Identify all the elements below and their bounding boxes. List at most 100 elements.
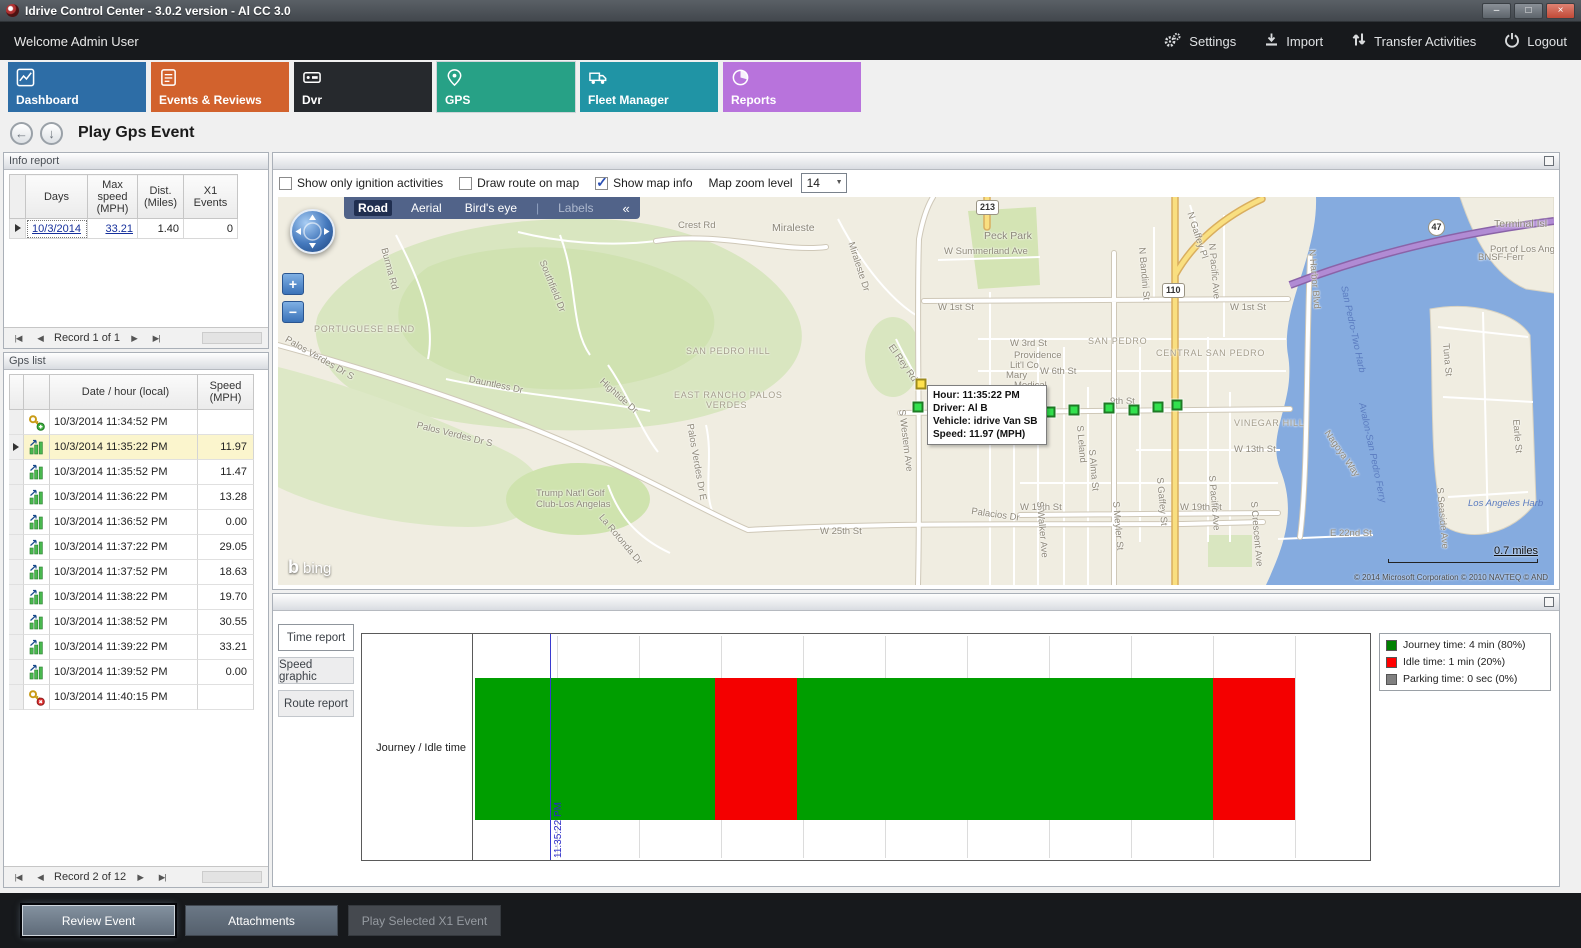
collapse-toolbar-icon[interactable]: «	[623, 201, 630, 216]
next-record-button[interactable]: ▶	[132, 870, 148, 885]
map-label: VINEGAR HILL	[1234, 419, 1304, 428]
gps-list-table: Date / hour (local) Speed (MPH) 10/3/201…	[9, 374, 255, 710]
gps-list-row[interactable]: 10/3/2014 11:36:52 PM0.00	[9, 510, 255, 535]
map-label: E 22nd St	[1330, 529, 1372, 539]
bing-map[interactable]: MiralesteMiraleste DrPeck ParkW Summerla…	[278, 197, 1554, 585]
gps-list-row[interactable]: 10/3/2014 11:37:22 PM29.05	[9, 535, 255, 560]
map-label: Palos Verdes Dr E	[685, 423, 708, 501]
import-button[interactable]: Import	[1264, 32, 1323, 50]
close-button[interactable]: ×	[1546, 3, 1575, 19]
route-marker-yellow[interactable]	[916, 379, 927, 390]
gps-list-row[interactable]: 10/3/2014 11:36:22 PM13.28	[9, 485, 255, 510]
max-speed-link[interactable]: 33.21	[105, 223, 133, 235]
map-label: N Pacific Ave	[1207, 243, 1221, 299]
zoom-out-button[interactable]: −	[282, 301, 304, 323]
gps-list-row[interactable]: 10/3/2014 11:35:52 PM11.47	[9, 460, 255, 485]
map-view-labels[interactable]: Labels	[554, 200, 597, 216]
next-record-button[interactable]: ▶	[126, 331, 142, 346]
road-shield: 110	[1162, 283, 1185, 298]
tab-events-reviews[interactable]: Events & Reviews	[151, 62, 289, 112]
route-marker-green[interactable]	[1153, 402, 1164, 413]
tab-fleet-manager[interactable]: Fleet Manager	[580, 62, 718, 112]
map-view-aerial[interactable]: Aerial	[407, 200, 446, 216]
zoom-level-select[interactable]: 14	[801, 173, 847, 193]
map-copyright: © 2014 Microsoft Corporation © 2010 NAVT…	[1354, 573, 1548, 582]
h-scrollbar[interactable]	[202, 332, 262, 344]
minimize-button[interactable]: –	[1482, 3, 1511, 19]
gps-row-time: 10/3/2014 11:37:52 PM	[50, 560, 198, 585]
prev-record-button[interactable]: ◀	[32, 331, 48, 346]
day-link[interactable]: 10/3/2014	[32, 223, 81, 235]
tab-time-report[interactable]: Time report	[278, 624, 354, 651]
gps-list-row[interactable]: 10/3/2014 11:38:22 PM19.70	[9, 585, 255, 610]
track-icon	[24, 535, 50, 560]
gps-list-row[interactable]: 10/3/2014 11:40:15 PM	[9, 685, 255, 710]
time-cursor[interactable]	[550, 634, 551, 860]
col-speed: Speed (MPH)	[198, 374, 254, 410]
zoom-level-label: Map zoom level	[709, 176, 793, 190]
timeline-plot: Journey / Idle time 11:35:22 PM	[361, 633, 1371, 861]
gps-row-time: 10/3/2014 11:34:52 PM	[50, 410, 198, 435]
route-marker-green[interactable]	[1069, 405, 1080, 416]
icon-header	[24, 374, 50, 410]
gps-list-row[interactable]: 10/3/2014 11:35:22 PM11.97	[9, 435, 255, 460]
map-label: CENTRAL SAN PEDRO	[1156, 349, 1265, 358]
gps-row-time: 10/3/2014 11:36:52 PM	[50, 510, 198, 535]
map-label: Terminal Isl	[1494, 219, 1547, 230]
gps-list-row[interactable]: 10/3/2014 11:39:52 PM0.00	[9, 660, 255, 685]
play-selected-x1-event-button[interactable]: Play Selected X1 Event	[348, 905, 501, 936]
last-record-button[interactable]: ▶|	[154, 870, 170, 885]
draw-route-checkbox[interactable]	[459, 177, 472, 190]
tab-route-report[interactable]: Route report	[278, 690, 354, 717]
tab-dashboard[interactable]: Dashboard	[8, 62, 146, 112]
gps-list-row[interactable]: 10/3/2014 11:38:52 PM30.55	[9, 610, 255, 635]
map-label: W 13th St	[1234, 445, 1276, 455]
map-compass-control[interactable]	[289, 208, 336, 255]
transfer-activities-button[interactable]: Transfer Activities	[1351, 32, 1476, 50]
maximize-panel-icon[interactable]	[1544, 156, 1554, 166]
gps-list-row[interactable]: 10/3/2014 11:37:52 PM18.63	[9, 560, 255, 585]
tab-gps[interactable]: GPS	[437, 62, 575, 112]
attachments-button[interactable]: Attachments	[185, 905, 338, 936]
h-scrollbar[interactable]	[202, 871, 262, 883]
map-info-checkbox[interactable]	[595, 177, 608, 190]
map-view-birds-eye[interactable]: Bird's eye	[461, 200, 521, 216]
gps-row-time: 10/3/2014 11:38:22 PM	[50, 585, 198, 610]
maximize-button[interactable]: □	[1514, 3, 1543, 19]
down-button[interactable]: ↓	[40, 122, 63, 145]
prev-record-button[interactable]: ◀	[32, 870, 48, 885]
row-selector	[9, 460, 24, 485]
back-button[interactable]: ←	[10, 122, 33, 145]
route-marker-green[interactable]	[913, 402, 924, 413]
last-record-button[interactable]: ▶|	[148, 331, 164, 346]
tab-speed-graphic[interactable]: Speed graphic	[278, 657, 354, 684]
row-selector-arrow-icon	[15, 224, 21, 232]
toolbar-separator: |	[536, 201, 539, 215]
gps-row-speed	[198, 410, 254, 435]
settings-button[interactable]: Settings	[1163, 32, 1236, 51]
map-label: S Crescent Ave	[1249, 501, 1264, 567]
app-window: Idrive Control Center - 3.0.2 version - …	[0, 0, 1581, 948]
review-event-button[interactable]: Review Event	[22, 905, 175, 936]
ignition-checkbox[interactable]	[279, 177, 292, 190]
first-record-button[interactable]: |◀	[10, 870, 26, 885]
bing-logo: b bing	[288, 557, 331, 578]
first-record-button[interactable]: |◀	[10, 331, 26, 346]
col-max-speed: Max speed (MPH)	[88, 175, 138, 219]
tab-dvr[interactable]: Dvr	[294, 62, 432, 112]
info-report-row[interactable]: 10/3/2014 33.21 1.40 0	[10, 219, 238, 239]
route-marker-green[interactable]	[1129, 405, 1140, 416]
route-marker-green[interactable]	[1172, 400, 1183, 411]
top-bar: Welcome Admin User Settings Import Trans…	[0, 22, 1581, 60]
route-marker-green[interactable]	[1104, 403, 1115, 414]
zoom-in-button[interactable]: +	[282, 273, 304, 295]
logout-button[interactable]: Logout	[1504, 32, 1567, 51]
gps-list-header: Gps list	[4, 353, 268, 370]
maximize-panel-icon[interactable]	[1544, 597, 1554, 607]
gps-list-row[interactable]: 10/3/2014 11:39:22 PM33.21	[9, 635, 255, 660]
gps-list-row[interactable]: 10/3/2014 11:34:52 PM	[9, 410, 255, 435]
tab-reports[interactable]: Reports	[723, 62, 861, 112]
row-selector-arrow-icon	[13, 443, 19, 451]
gps-row-speed: 30.55	[198, 610, 254, 635]
map-view-road[interactable]: Road	[354, 200, 392, 216]
